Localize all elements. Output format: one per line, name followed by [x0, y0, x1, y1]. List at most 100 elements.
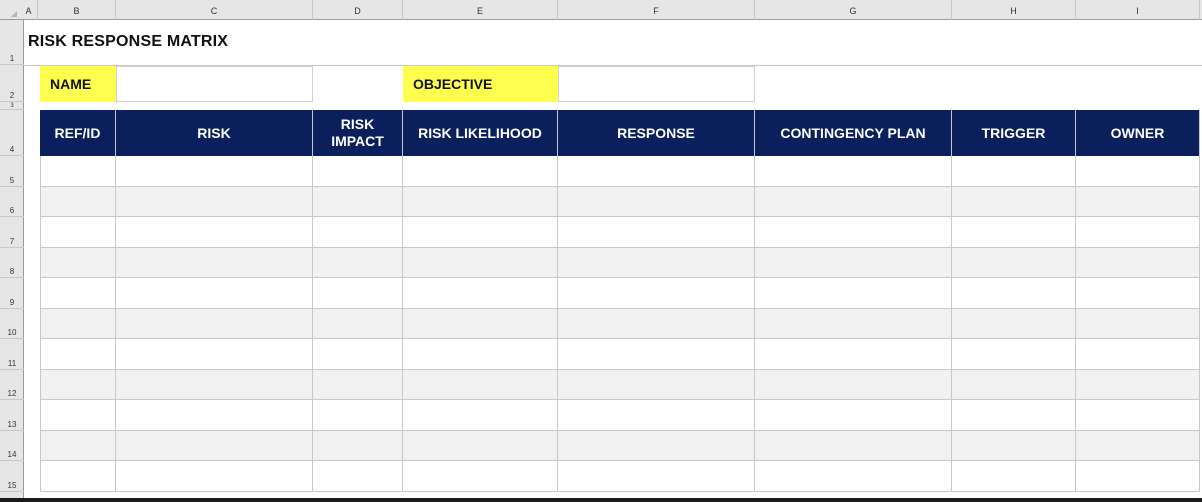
cell-risk[interactable]: [116, 217, 313, 248]
cell-risk-impact[interactable]: [313, 400, 403, 431]
name-label[interactable]: NAME: [40, 66, 116, 102]
cell-contingency-plan[interactable]: [755, 308, 952, 339]
cell-owner[interactable]: [1076, 217, 1200, 248]
header-risk[interactable]: RISK: [116, 110, 313, 156]
row-header-13[interactable]: 13: [0, 400, 24, 431]
cell-risk-likelihood[interactable]: [403, 156, 558, 187]
cell-trigger[interactable]: [952, 156, 1076, 187]
row-header-11[interactable]: 11: [0, 339, 24, 370]
name-field[interactable]: [116, 66, 313, 102]
cell-risk-likelihood[interactable]: [403, 400, 558, 431]
cell-risk[interactable]: [116, 461, 313, 492]
cell-contingency-plan[interactable]: [755, 400, 952, 431]
row-header-9[interactable]: 9: [0, 278, 24, 309]
cell-owner[interactable]: [1076, 369, 1200, 400]
row-header-4[interactable]: 4: [0, 110, 24, 156]
column-header-b[interactable]: B: [38, 0, 116, 20]
cell-risk-impact[interactable]: [313, 217, 403, 248]
cell-owner[interactable]: [1076, 339, 1200, 370]
cell-risk-impact[interactable]: [313, 156, 403, 187]
cell-ref-id[interactable]: [40, 308, 116, 339]
cell-trigger[interactable]: [952, 308, 1076, 339]
cell-owner[interactable]: [1076, 156, 1200, 187]
cell-risk-impact[interactable]: [313, 461, 403, 492]
cell-risk-impact[interactable]: [313, 278, 403, 309]
cell-owner[interactable]: [1076, 278, 1200, 309]
cell-risk[interactable]: [116, 156, 313, 187]
cell-risk[interactable]: [116, 308, 313, 339]
header-trigger[interactable]: TRIGGER: [952, 110, 1076, 156]
header-contingency-plan[interactable]: CONTINGENCY PLAN: [755, 110, 952, 156]
cell-response[interactable]: [558, 461, 755, 492]
column-header-h[interactable]: H: [952, 0, 1076, 20]
cell-risk[interactable]: [116, 369, 313, 400]
cell-owner[interactable]: [1076, 247, 1200, 278]
cell-trigger[interactable]: [952, 247, 1076, 278]
cell-risk-impact[interactable]: [313, 186, 403, 217]
cell-trigger[interactable]: [952, 186, 1076, 217]
header-ref-id[interactable]: REF/ID: [40, 110, 116, 156]
cell-risk[interactable]: [116, 430, 313, 461]
cell-risk-likelihood[interactable]: [403, 186, 558, 217]
column-header-g[interactable]: G: [755, 0, 952, 20]
cell-owner[interactable]: [1076, 186, 1200, 217]
cell-ref-id[interactable]: [40, 278, 116, 309]
sheet-title[interactable]: RISK RESPONSE MATRIX: [28, 33, 228, 51]
row-header-2[interactable]: 2: [0, 65, 24, 102]
row-header-3[interactable]: 3: [0, 102, 24, 110]
cell-risk-likelihood[interactable]: [403, 217, 558, 248]
cell-response[interactable]: [558, 247, 755, 278]
cell-contingency-plan[interactable]: [755, 186, 952, 217]
cell-contingency-plan[interactable]: [755, 369, 952, 400]
cell-risk-likelihood[interactable]: [403, 369, 558, 400]
cell-ref-id[interactable]: [40, 186, 116, 217]
cell-response[interactable]: [558, 186, 755, 217]
cell-trigger[interactable]: [952, 339, 1076, 370]
cell-trigger[interactable]: [952, 461, 1076, 492]
cell-trigger[interactable]: [952, 278, 1076, 309]
objective-label[interactable]: OBJECTIVE: [403, 66, 558, 102]
cell-contingency-plan[interactable]: [755, 461, 952, 492]
cell-ref-id[interactable]: [40, 156, 116, 187]
cell-response[interactable]: [558, 308, 755, 339]
column-header-a[interactable]: A: [20, 0, 38, 20]
cell-owner[interactable]: [1076, 400, 1200, 431]
worksheet[interactable]: RISK RESPONSE MATRIX NAME OBJECTIVE REF/…: [24, 20, 1202, 498]
header-response[interactable]: RESPONSE: [558, 110, 755, 156]
column-header-f[interactable]: F: [558, 0, 755, 20]
cell-ref-id[interactable]: [40, 217, 116, 248]
cell-response[interactable]: [558, 156, 755, 187]
cell-owner[interactable]: [1076, 430, 1200, 461]
cell-contingency-plan[interactable]: [755, 278, 952, 309]
column-header-i[interactable]: I: [1076, 0, 1200, 20]
cell-response[interactable]: [558, 339, 755, 370]
row-header-6[interactable]: 6: [0, 187, 24, 217]
cell-trigger[interactable]: [952, 430, 1076, 461]
header-owner[interactable]: OWNER: [1076, 110, 1200, 156]
row-header-8[interactable]: 8: [0, 248, 24, 278]
cell-risk[interactable]: [116, 278, 313, 309]
column-header-c[interactable]: C: [116, 0, 313, 20]
cell-contingency-plan[interactable]: [755, 156, 952, 187]
cell-owner[interactable]: [1076, 461, 1200, 492]
cell-contingency-plan[interactable]: [755, 430, 952, 461]
cell-risk-impact[interactable]: [313, 369, 403, 400]
cell-risk-impact[interactable]: [313, 308, 403, 339]
cell-contingency-plan[interactable]: [755, 217, 952, 248]
cell-response[interactable]: [558, 369, 755, 400]
row-header-1[interactable]: 1: [0, 20, 24, 65]
cell-risk-impact[interactable]: [313, 247, 403, 278]
header-risk-likelihood[interactable]: RISK LIKELIHOOD: [403, 110, 558, 156]
cell-risk-likelihood[interactable]: [403, 461, 558, 492]
cell-risk[interactable]: [116, 247, 313, 278]
row-header-12[interactable]: 12: [0, 370, 24, 400]
cell-trigger[interactable]: [952, 400, 1076, 431]
cell-risk[interactable]: [116, 339, 313, 370]
cell-risk-likelihood[interactable]: [403, 278, 558, 309]
cell-ref-id[interactable]: [40, 247, 116, 278]
cell-risk-impact[interactable]: [313, 430, 403, 461]
cell-trigger[interactable]: [952, 217, 1076, 248]
cell-risk[interactable]: [116, 400, 313, 431]
cell-response[interactable]: [558, 217, 755, 248]
row-header-15[interactable]: 15: [0, 461, 24, 492]
